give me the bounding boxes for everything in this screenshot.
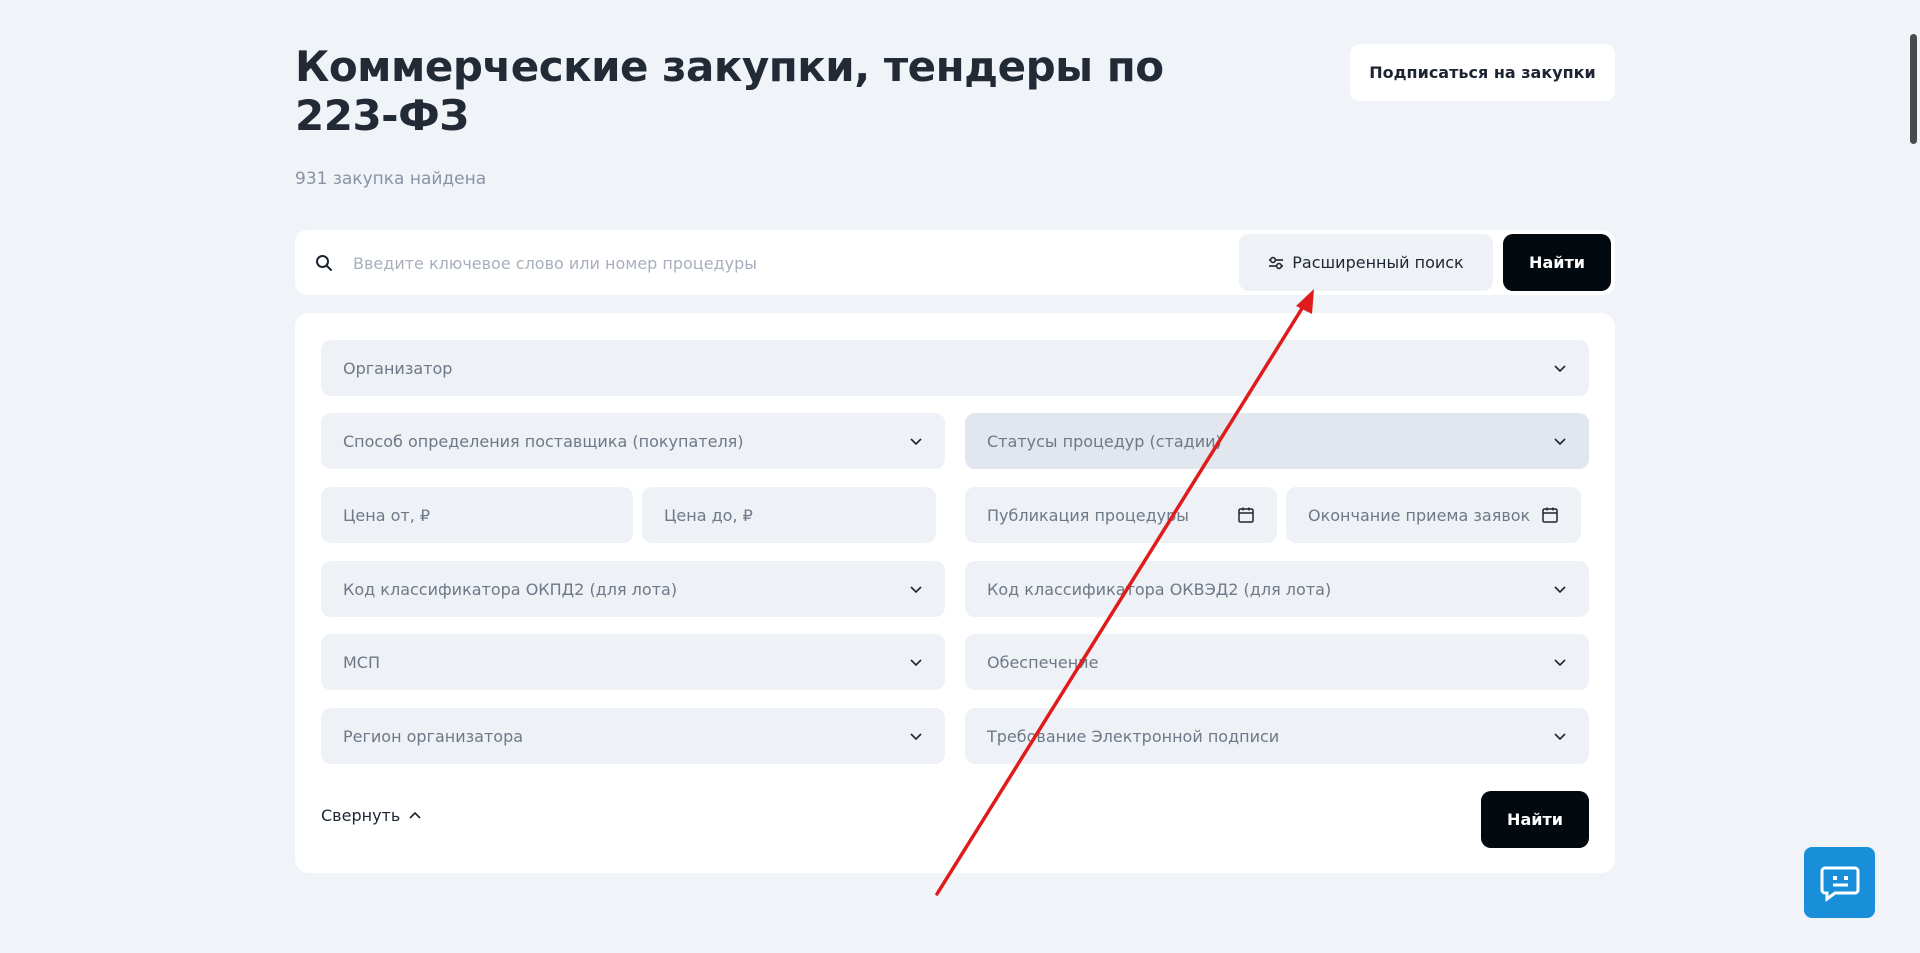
statuses-select[interactable]: Статусы процедур (стадии) (965, 413, 1589, 469)
statuses-label: Статусы процедур (стадии) (987, 431, 1222, 451)
deadline-label: Окончание приема заявок (1308, 505, 1531, 525)
filter-sliders-icon (1269, 256, 1284, 269)
chat-icon (1820, 866, 1859, 902)
chevron-down-icon (910, 733, 922, 741)
results-count: 931 закупка найдена (295, 169, 487, 189)
chevron-down-icon (910, 659, 922, 667)
chevron-down-icon (1554, 438, 1566, 446)
scrollbar-thumb[interactable] (1910, 34, 1917, 144)
publication-label: Публикация процедуры (987, 505, 1189, 525)
collapse-label: Свернуть (321, 806, 401, 825)
search-icon (316, 255, 332, 271)
security-label: Обеспечение (987, 652, 1099, 672)
price-from-input[interactable]: Цена от, ₽ (321, 487, 633, 543)
msp-label: МСП (343, 652, 381, 672)
chat-button[interactable] (1804, 847, 1875, 918)
chevron-down-icon (910, 438, 922, 446)
chevron-down-icon (1554, 733, 1566, 741)
signature-select[interactable]: Требование Электронной подписи (965, 708, 1589, 764)
okved2-select[interactable]: Код классификатора ОКВЭД2 (для лота) (965, 561, 1589, 617)
supplier-method-label: Способ определения поставщика (покупател… (343, 431, 744, 451)
chevron-down-icon (1554, 659, 1566, 667)
page-title: Коммерческие закупки, тендеры по 223-ФЗ (295, 42, 1164, 140)
chevron-down-icon (1554, 365, 1566, 373)
organizer-label: Организатор (343, 358, 453, 378)
organizer-select[interactable]: Организатор (321, 340, 1589, 396)
okpd2-select[interactable]: Код классификатора ОКПД2 (для лота) (321, 561, 945, 617)
chevron-up-icon (409, 811, 421, 819)
deadline-date-input[interactable]: Окончание приема заявок (1286, 487, 1581, 543)
calendar-icon (1542, 507, 1558, 523)
scrollbar[interactable] (1906, 0, 1920, 953)
price-to-label: Цена до, ₽ (664, 505, 753, 525)
panel-find-button[interactable]: Найти (1481, 791, 1589, 848)
search-bar: Расширенный поиск Найти (295, 230, 1615, 295)
msp-select[interactable]: МСП (321, 634, 945, 690)
security-select[interactable]: Обеспечение (965, 634, 1589, 690)
subscribe-button[interactable]: Подписаться на закупки (1350, 44, 1615, 101)
region-select[interactable]: Регион организатора (321, 708, 945, 764)
region-label: Регион организатора (343, 726, 524, 746)
search-input[interactable] (353, 244, 1213, 282)
price-from-label: Цена от, ₽ (343, 505, 431, 525)
chevron-down-icon (910, 586, 922, 594)
okved2-label: Код классификатора ОКВЭД2 (для лота) (987, 579, 1332, 599)
advanced-search-label: Расширенный поиск (1292, 253, 1464, 272)
signature-label: Требование Электронной подписи (987, 726, 1280, 746)
collapse-button[interactable]: Свернуть (321, 806, 422, 825)
find-button[interactable]: Найти (1503, 234, 1611, 291)
okpd2-label: Код классификатора ОКПД2 (для лота) (343, 579, 678, 599)
advanced-filters-panel: Организатор Способ определения поставщик… (295, 313, 1615, 873)
price-to-input[interactable]: Цена до, ₽ (642, 487, 936, 543)
chevron-down-icon (1554, 586, 1566, 594)
supplier-method-select[interactable]: Способ определения поставщика (покупател… (321, 413, 945, 469)
calendar-icon (1238, 507, 1254, 523)
advanced-search-button[interactable]: Расширенный поиск (1239, 234, 1493, 291)
publication-date-input[interactable]: Публикация процедуры (965, 487, 1277, 543)
